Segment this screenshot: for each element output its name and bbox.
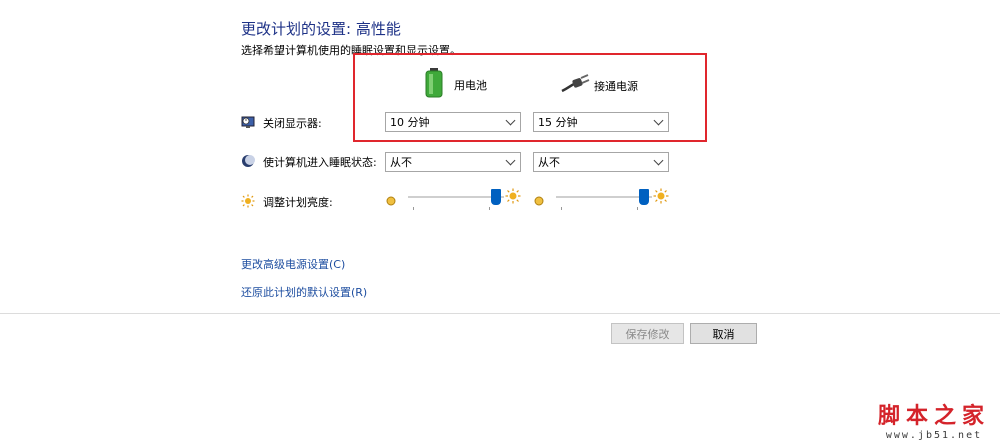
battery-icon bbox=[424, 68, 444, 101]
save-button[interactable]: 保存修改 bbox=[611, 323, 684, 344]
row-display: 关闭显示器: bbox=[241, 114, 322, 132]
bright-sun-icon bbox=[653, 188, 669, 208]
slider-track bbox=[556, 196, 652, 198]
display-plugged-select[interactable]: 15 分钟 bbox=[533, 112, 669, 132]
watermark-url: www.jb51.net bbox=[885, 430, 983, 441]
dim-sun-icon bbox=[386, 191, 396, 210]
display-plugged-value: 15 分钟 bbox=[538, 116, 578, 129]
slider-tick bbox=[413, 207, 414, 210]
chevron-down-icon bbox=[505, 155, 516, 166]
bright-sun-icon bbox=[505, 188, 521, 208]
row-label-sleep: 使计算机进入睡眠状态: bbox=[263, 156, 377, 169]
chevron-down-icon bbox=[505, 115, 516, 126]
page-title: 更改计划的设置: 高性能 bbox=[241, 20, 401, 38]
display-battery-select[interactable]: 10 分钟 bbox=[385, 112, 521, 132]
column-header-plugged: 接通电源 bbox=[560, 74, 638, 97]
chevron-down-icon bbox=[653, 155, 664, 166]
slider-thumb[interactable] bbox=[491, 189, 502, 205]
dim-sun-icon bbox=[534, 191, 544, 210]
row-brightness: 调整计划亮度: bbox=[241, 193, 333, 211]
slider-thumb[interactable] bbox=[639, 189, 650, 205]
restore-defaults-link[interactable]: 还原此计划的默认设置(R) bbox=[241, 284, 367, 300]
sleep-battery-select[interactable]: 从不 bbox=[385, 152, 521, 172]
column-header-battery: 用电池 bbox=[424, 68, 487, 101]
display-battery-value: 10 分钟 bbox=[390, 116, 430, 129]
advanced-settings-link[interactable]: 更改高级电源设置(C) bbox=[241, 256, 345, 272]
slider-tick bbox=[637, 207, 638, 210]
sleep-battery-value: 从不 bbox=[390, 156, 412, 169]
monitor-clock-icon bbox=[241, 115, 255, 132]
moon-icon bbox=[241, 154, 255, 171]
brightness-plugged-slider[interactable] bbox=[534, 188, 674, 214]
watermark-title: 脚本之家 bbox=[877, 403, 990, 429]
sun-icon bbox=[241, 194, 255, 211]
column-label-battery: 用电池 bbox=[454, 78, 487, 92]
brightness-battery-slider[interactable] bbox=[386, 188, 526, 214]
sleep-plugged-value: 从不 bbox=[538, 156, 560, 169]
divider bbox=[0, 313, 1000, 314]
watermark: 脚本之家 www.jb51.net bbox=[878, 398, 990, 441]
cancel-button[interactable]: 取消 bbox=[690, 323, 757, 344]
column-label-plugged: 接通电源 bbox=[594, 79, 638, 93]
sleep-plugged-select[interactable]: 从不 bbox=[533, 152, 669, 172]
slider-track bbox=[408, 196, 504, 198]
power-plug-icon bbox=[560, 74, 590, 97]
row-sleep: 使计算机进入睡眠状态: bbox=[241, 153, 377, 171]
slider-tick bbox=[489, 207, 490, 210]
row-label-brightness: 调整计划亮度: bbox=[263, 196, 333, 209]
chevron-down-icon bbox=[653, 115, 664, 126]
row-label-display: 关闭显示器: bbox=[263, 117, 322, 130]
slider-tick bbox=[561, 207, 562, 210]
